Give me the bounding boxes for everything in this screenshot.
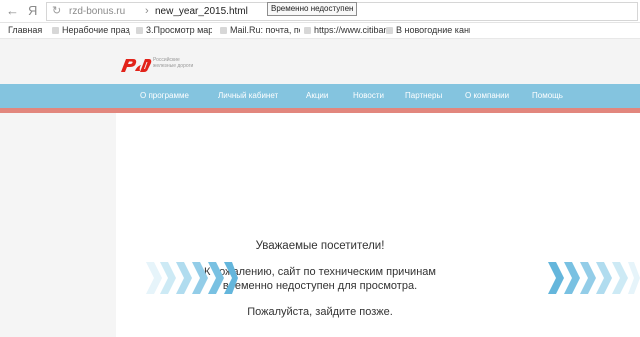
main-navigation: О программе Личный кабинет Акции Новости… [0,84,640,108]
address-bar: ← Я ↻ rzd-bonus.ru › new_year_2015.html … [0,0,640,23]
url-path: new_year_2015.html [155,6,248,17]
nav-item-personal-account[interactable]: Личный кабинет [218,91,278,101]
message-greeting: Уважаемые посетители! [255,240,385,252]
message-line-1: К сожалению, сайт по техническим причина… [204,266,436,278]
back-arrow-icon[interactable]: ← [6,3,19,19]
reload-icon[interactable]: ↻ [52,4,61,18]
bookmark-item[interactable]: Mail.Ru: почта, поис [220,24,300,36]
message-line-3: Пожалуйста, зайдите позже. [247,306,393,318]
nav-item-about-company[interactable]: О компании [465,91,509,101]
bookmark-item[interactable]: Нерабочие праздни [52,24,130,36]
logo-caption: Российские железные дороги [153,57,194,69]
bookmark-favicon-icon [304,27,311,34]
chevrons-right-icon [548,262,640,294]
bookmarks-bar: Главная Нерабочие праздни 3.Просмотр мар… [0,23,640,39]
chevrons-left-icon [146,262,238,294]
nav-item-promotions[interactable]: Акции [306,91,328,101]
yandex-button[interactable]: Я [28,3,37,19]
message-line-2: временно недоступен для просмотра. [222,280,418,292]
bookmark-item[interactable]: 3.Просмотр маршру [136,24,212,36]
main-content [116,113,640,337]
nav-item-about-program[interactable]: О программе [140,91,189,101]
bookmark-favicon-icon [136,27,143,34]
site-header: Российские железные дороги [0,39,640,84]
url-separator: › [145,5,149,17]
nav-item-news[interactable]: Новости [353,91,384,101]
bookmark-favicon-icon [386,27,393,34]
bookmark-favicon-icon [52,27,59,34]
bookmark-item[interactable]: В новогодние канику [386,24,470,36]
nav-item-partners[interactable]: Партнеры [405,91,442,101]
bookmark-item[interactable]: https://www.citibank. [304,24,388,36]
url-host: rzd-bonus.ru [69,6,126,17]
bookmark-item[interactable]: Главная [8,24,52,36]
nav-item-help[interactable]: Помощь [532,91,563,101]
bookmark-favicon-icon [220,27,227,34]
rzd-logo-icon[interactable] [118,57,152,74]
status-tooltip: Временно недоступен [267,2,358,16]
